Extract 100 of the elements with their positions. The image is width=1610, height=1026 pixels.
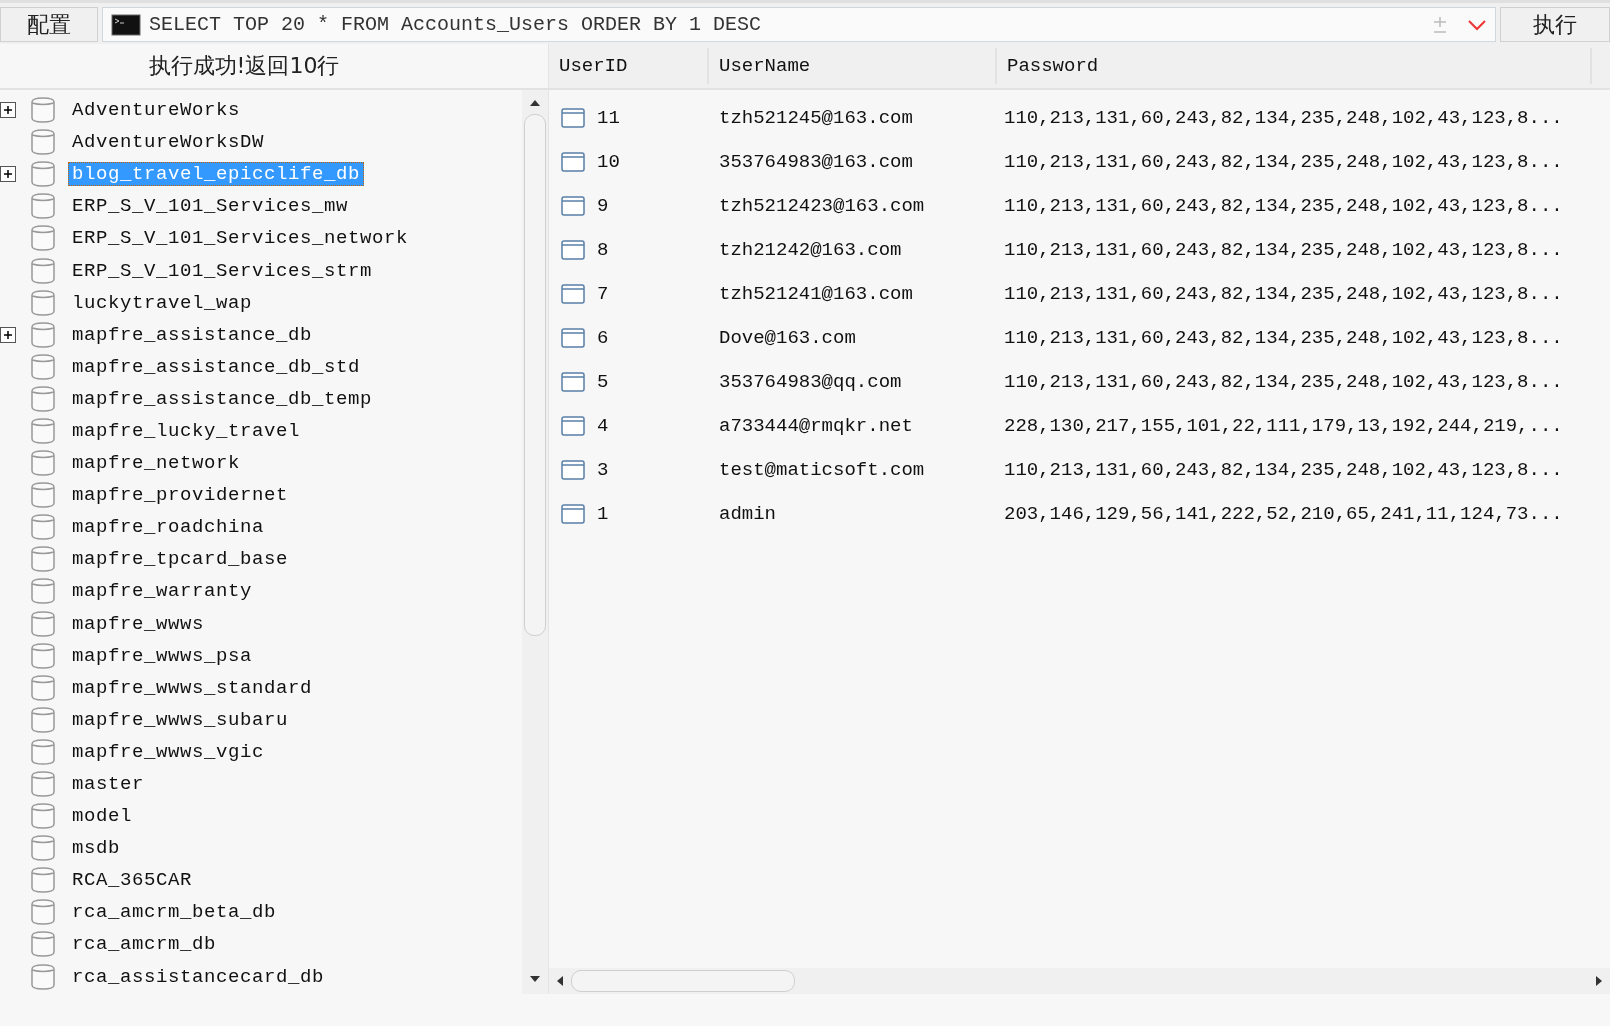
row-icon <box>561 108 585 128</box>
table-cell-text: 110,213,131,60,243,82,134,235,248,102,43,123,8... <box>1003 283 1564 305</box>
database-icon <box>30 609 56 638</box>
table-cell-text: Dove@163.com <box>718 327 857 349</box>
table-cell-text: 110,213,131,60,243,82,134,235,248,102,43,123,8... <box>1003 239 1564 261</box>
row-icon <box>561 196 585 216</box>
table-cell: 5 <box>597 371 609 393</box>
table-cell-text: tzh521241@163.com <box>718 283 914 305</box>
database-icon <box>30 577 56 606</box>
table-cell-text: 353764983@qq.com <box>718 371 903 393</box>
database-icon <box>30 802 56 831</box>
database-item[interactable]: rca_amcrm_beta_db <box>68 900 281 925</box>
database-icon <box>30 705 56 734</box>
database-item[interactable]: ERP_S_V_101_Services_network <box>68 226 413 251</box>
database-icon <box>30 866 56 895</box>
expand-icon[interactable] <box>0 326 16 343</box>
database-item[interactable]: mapfre_assistance_db_std <box>68 354 365 379</box>
database-item[interactable]: AdventureWorksDW <box>68 130 269 155</box>
database-item[interactable]: mapfre_assistance_db_temp <box>68 386 377 411</box>
table-cell-text: 110,213,131,60,243,82,134,235,248,102,43,123,8... <box>1003 327 1564 349</box>
column-header[interactable]: Password <box>997 48 1592 84</box>
database-icon <box>30 352 56 381</box>
table-cell: 7 <box>597 283 609 305</box>
database-item[interactable]: AdventureWorks <box>68 98 245 123</box>
vertical-scrollbar[interactable] <box>522 90 548 994</box>
database-icon <box>30 898 56 927</box>
database-item[interactable]: mapfre_wwws_standard <box>68 675 317 700</box>
chevron-down-icon[interactable] <box>1467 18 1487 31</box>
database-icon <box>30 192 56 221</box>
table-cell-text: tzh21242@163.com <box>718 239 903 261</box>
table-cell-text: 110,213,131,60,243,82,134,235,248,102,43,123,8... <box>1003 459 1564 481</box>
row-icon <box>561 460 585 480</box>
expand-icon[interactable] <box>0 102 16 119</box>
database-icon <box>30 128 56 157</box>
database-icon <box>30 224 56 253</box>
table-cell: 6 <box>597 327 609 349</box>
table-cell: 11 <box>597 107 620 129</box>
table-cell-text: 110,213,131,60,243,82,134,235,248,102,43,123,8... <box>1003 195 1564 217</box>
column-header[interactable]: UserID <box>549 48 709 84</box>
table-cell: 1 <box>597 503 609 525</box>
database-item[interactable]: luckytravel_wap <box>68 290 257 315</box>
database-item[interactable]: mapfre_assistance_db <box>68 322 317 347</box>
table-cell-text: test@maticsoft.com <box>718 459 926 481</box>
database-icon <box>30 288 56 317</box>
table-cell: 8 <box>597 239 609 261</box>
database-icon <box>30 384 56 413</box>
table-cell-text: 110,213,131,60,243,82,134,235,248,102,43,123,8... <box>1003 151 1564 173</box>
table-cell: 4 <box>597 415 609 437</box>
expand-icon[interactable] <box>0 166 16 183</box>
table-cell-text: 228,130,217,155,101,22,111,179,13,192,244,219,... <box>1003 415 1564 437</box>
database-item[interactable]: mapfre_network <box>68 451 245 476</box>
row-icon <box>561 240 585 260</box>
database-item[interactable]: mapfre_wwws_psa <box>68 643 257 668</box>
config-button[interactable]: 配置 <box>0 7 98 42</box>
database-item[interactable]: ERP_S_V_101_Services_mw <box>68 194 353 219</box>
database-icon <box>30 320 56 349</box>
scroll-thumb[interactable] <box>524 114 546 636</box>
row-icon <box>561 152 585 172</box>
database-icon <box>30 930 56 959</box>
database-icon <box>30 737 56 766</box>
database-item[interactable]: msdb <box>68 836 124 861</box>
database-item[interactable]: mapfre_roadchina <box>68 515 269 540</box>
scroll-up-icon[interactable] <box>529 98 541 108</box>
database-icon <box>30 96 56 125</box>
database-item[interactable]: mapfre_wwws <box>68 611 209 636</box>
scroll-left-icon[interactable] <box>555 975 565 987</box>
database-icon <box>30 256 56 285</box>
horizontal-scrollbar[interactable] <box>549 968 1610 994</box>
database-item[interactable]: mapfre_lucky_travel <box>68 419 305 443</box>
table-cell-text: admin <box>718 503 777 525</box>
database-item[interactable]: mapfre_tpcard_base <box>68 547 293 572</box>
scroll-right-icon[interactable] <box>1594 975 1604 987</box>
database-item[interactable]: model <box>68 804 136 829</box>
database-icon <box>30 417 56 445</box>
query-field[interactable]: SELECT TOP 20 * FROM Accounts_Users ORDER BY 1 DESC <box>102 7 1496 42</box>
scroll-down-icon[interactable] <box>529 974 541 984</box>
database-item[interactable]: mapfre_providernet <box>68 483 293 508</box>
database-item[interactable]: mapfre_wwws_vgic <box>68 739 269 764</box>
database-icon <box>30 481 56 510</box>
database-icon <box>30 160 56 189</box>
column-header[interactable]: UserName <box>709 48 997 84</box>
database-item[interactable]: mapfre_warranty <box>68 579 257 604</box>
database-icon <box>30 449 56 478</box>
database-icon <box>30 641 56 670</box>
row-icon <box>561 284 585 304</box>
terminal-icon <box>111 13 141 36</box>
execute-button[interactable]: 执行 <box>1500 7 1610 42</box>
database-icon <box>30 770 56 798</box>
scroll-thumb[interactable] <box>571 970 795 992</box>
database-item[interactable]: mapfre_wwws_subaru <box>68 707 293 732</box>
database-item[interactable]: master <box>68 772 148 796</box>
table-cell-text: tzh521245@163.com <box>718 107 914 129</box>
database-item[interactable]: RCA_365CAR <box>68 868 197 893</box>
database-item[interactable]: rca_amcrm_db <box>68 932 221 957</box>
database-icon <box>30 834 56 863</box>
table-cell-text: 110,213,131,60,243,82,134,235,248,102,43,123,8... <box>1003 107 1564 129</box>
table-cell: 10 <box>597 151 620 173</box>
database-item[interactable]: ERP_S_V_101_Services_strm <box>68 258 377 283</box>
table-cell-text: 203,146,129,56,141,222,52,210,65,241,11,124,73... <box>1003 503 1564 525</box>
database-item[interactable]: rca_assistancecard_db <box>68 964 329 989</box>
